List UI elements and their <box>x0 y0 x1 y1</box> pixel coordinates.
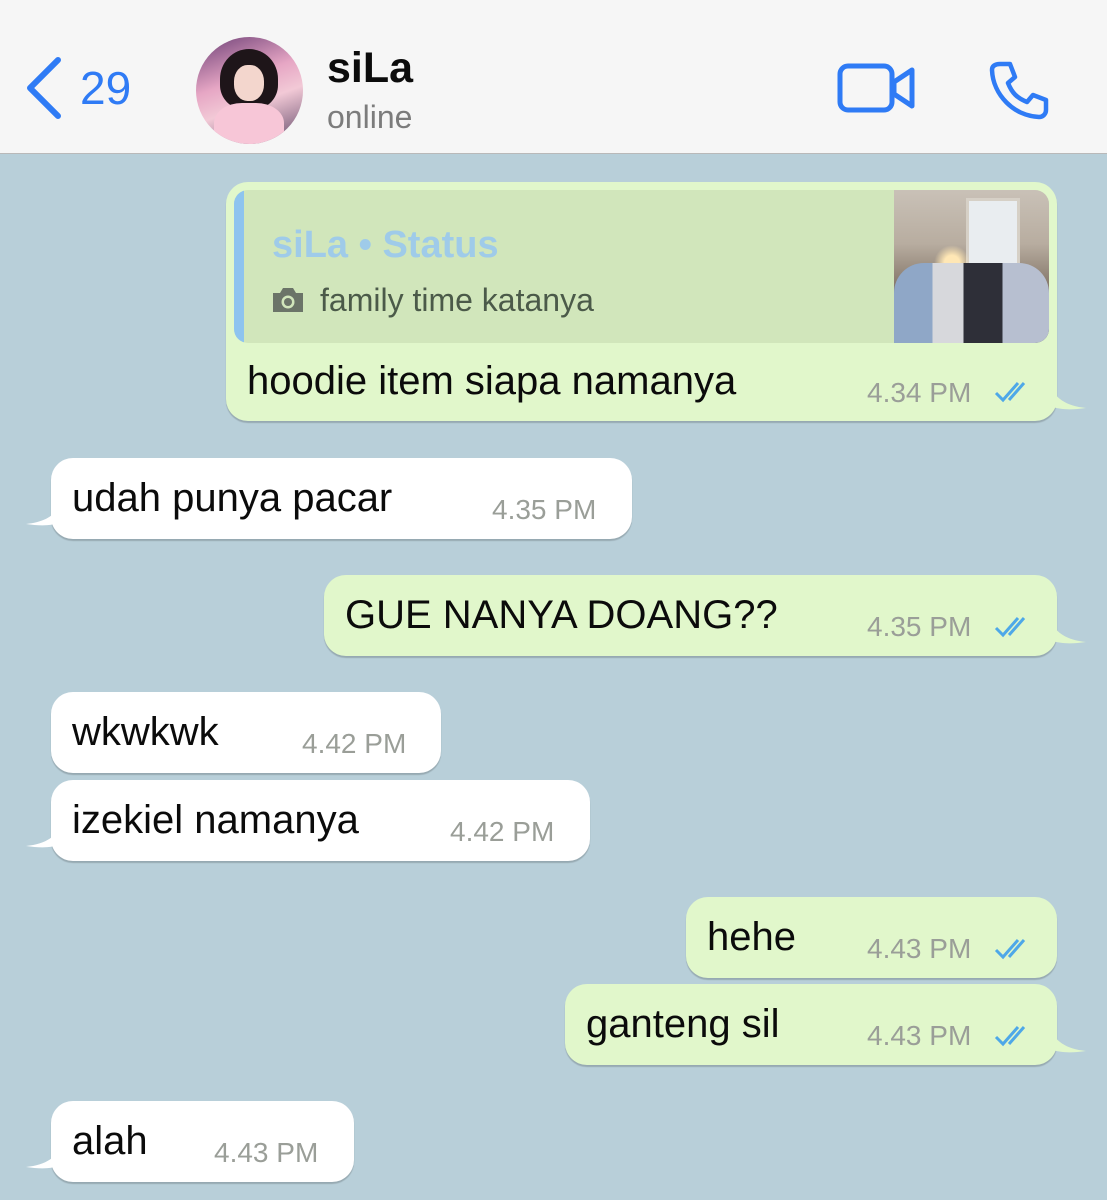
voice-call-button[interactable] <box>986 58 1050 122</box>
message-text: wkwkwk <box>72 710 219 754</box>
quote-caption: family time katanya <box>320 282 594 318</box>
message-time: 4.42 PM <box>302 728 407 759</box>
message-bubble-incoming[interactable]: alah 4.43 PM <box>51 1101 354 1182</box>
message-bubble-incoming[interactable]: izekiel namanya 4.42 PM <box>51 780 590 861</box>
message-bubble-outgoing[interactable]: hehe 4.43 PM <box>686 897 1057 978</box>
message-bubble-outgoing[interactable]: GUE NANYA DOANG?? 4.35 PM <box>324 575 1057 656</box>
double-check-icon <box>994 939 1026 960</box>
message-text: alah <box>72 1119 148 1163</box>
quote-bar <box>234 190 244 343</box>
quoted-status[interactable]: siLa • Status family time katanya <box>234 190 1049 343</box>
message-bubble-outgoing[interactable]: ganteng sil 4.43 PM <box>565 984 1057 1065</box>
message-text: izekiel namanya <box>72 798 359 842</box>
quote-title: siLa • Status <box>272 224 499 266</box>
message-time: 4.43 PM <box>867 1020 972 1051</box>
message-bubble-incoming[interactable]: udah punya pacar 4.35 PM <box>51 458 632 539</box>
message-time: 4.35 PM <box>492 494 597 525</box>
message-text: hehe <box>707 915 796 959</box>
bubble-tail <box>26 500 62 526</box>
camera-icon <box>273 288 303 312</box>
message-time: 4.35 PM <box>867 611 972 642</box>
message-bubble-outgoing[interactable]: siLa • Status family time katanya hoodie… <box>226 182 1057 421</box>
message-text: hoodie item siapa namanya <box>247 359 737 403</box>
unread-count: 29 <box>80 62 132 114</box>
message-time: 4.43 PM <box>867 933 972 964</box>
bubble-tail <box>1050 1027 1086 1053</box>
back-button[interactable]: 29 <box>24 56 131 120</box>
avatar[interactable] <box>196 37 303 144</box>
bubble-tail <box>1050 618 1086 644</box>
message-time: 4.34 PM <box>867 377 972 408</box>
contact-status: online <box>327 99 413 135</box>
status-thumbnail <box>894 190 1049 343</box>
video-call-button[interactable] <box>836 60 918 116</box>
message-time: 4.43 PM <box>214 1137 319 1168</box>
double-check-icon <box>994 382 1026 403</box>
contact-name[interactable]: siLa <box>327 44 413 93</box>
double-check-icon <box>994 1026 1026 1047</box>
bubble-tail <box>26 1143 62 1169</box>
message-text: udah punya pacar <box>72 476 393 520</box>
phone-icon <box>989 61 1049 120</box>
message-text: ganteng sil <box>586 1002 780 1046</box>
chevron-left-icon <box>27 57 61 119</box>
message-time: 4.42 PM <box>450 816 555 847</box>
bubble-tail <box>26 822 62 848</box>
bubble-tail <box>1050 384 1086 410</box>
message-bubble-incoming[interactable]: wkwkwk 4.42 PM <box>51 692 441 773</box>
double-check-icon <box>994 617 1026 638</box>
chat-header: 29 siLa online <box>0 0 1107 154</box>
message-text: GUE NANYA DOANG?? <box>345 593 778 637</box>
video-camera-icon <box>837 63 915 113</box>
